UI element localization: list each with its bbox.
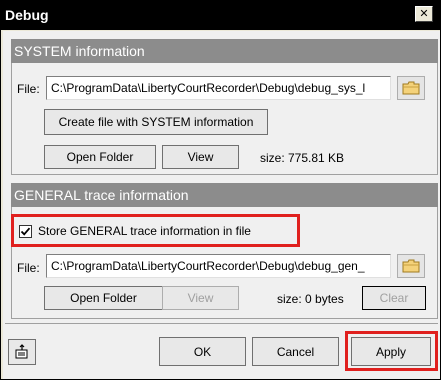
folder-icon — [402, 259, 420, 273]
general-browse-folder-button[interactable] — [397, 254, 425, 278]
general-size-text: size: 0 bytes — [277, 292, 344, 306]
general-section-header: GENERAL trace information — [11, 183, 438, 207]
system-view-button[interactable]: View — [162, 145, 239, 169]
system-open-folder-button[interactable]: Open Folder — [44, 145, 156, 169]
close-button[interactable]: ✕ — [415, 6, 433, 22]
general-file-label: File: — [17, 261, 40, 275]
highlight-box-checkbox — [11, 214, 300, 247]
system-size-text: size: 775.81 KB — [260, 151, 345, 165]
system-file-path-field[interactable]: C:\ProgramData\LibertyCourtRecorder\Debu… — [46, 76, 391, 100]
export-icon — [15, 344, 28, 359]
debug-dialog: Debug ✕ SYSTEM information File: C:\Prog… — [0, 0, 441, 380]
window-title: Debug — [5, 7, 49, 23]
system-section-header: SYSTEM information — [11, 39, 438, 63]
system-section-title: SYSTEM information — [14, 43, 145, 59]
export-button[interactable] — [8, 339, 36, 365]
general-section-title: GENERAL trace information — [14, 187, 189, 203]
cancel-button[interactable]: Cancel — [252, 337, 339, 366]
system-browse-folder-button[interactable] — [397, 76, 425, 100]
general-view-button[interactable]: View — [162, 286, 239, 310]
general-open-folder-button[interactable]: Open Folder — [44, 286, 163, 310]
highlight-box-apply — [345, 331, 438, 371]
ok-button[interactable]: OK — [159, 337, 246, 366]
create-system-file-button[interactable]: Create file with SYSTEM information — [44, 109, 268, 135]
folder-icon — [402, 81, 420, 95]
close-icon: ✕ — [419, 7, 429, 20]
clear-button[interactable]: Clear — [362, 286, 426, 310]
general-file-path-field[interactable]: C:\ProgramData\LibertyCourtRecorder\Debu… — [46, 254, 391, 278]
system-file-label: File: — [17, 82, 40, 96]
title-bar[interactable]: Debug ✕ — [1, 1, 440, 30]
dialog-client: SYSTEM information File: C:\ProgramData\… — [3, 31, 440, 379]
footer-separator — [5, 323, 438, 324]
